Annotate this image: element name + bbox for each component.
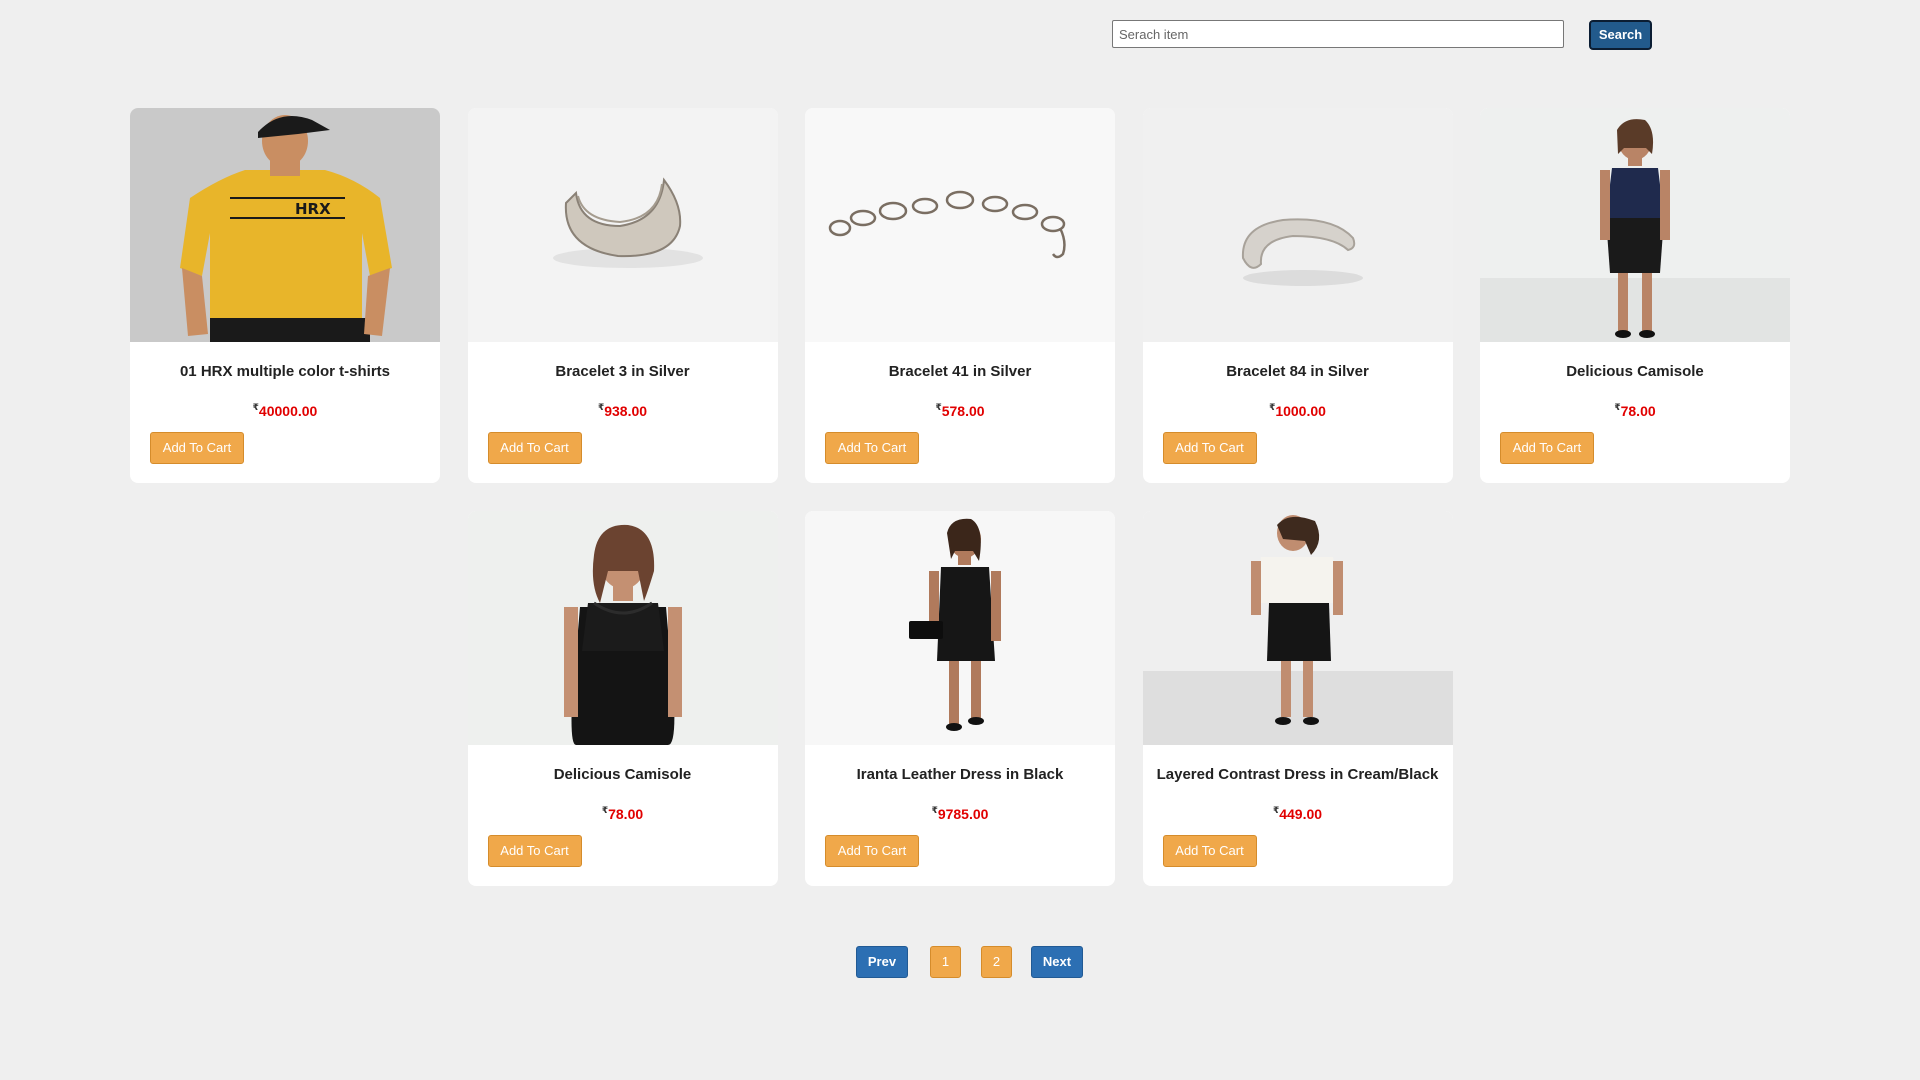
product-card: Bracelet 41 in Silver ₹578.00 Add To Car… [805, 108, 1115, 483]
price-value: 449.00 [1279, 806, 1323, 822]
page-1-button[interactable]: 1 [930, 946, 961, 978]
product-price: ₹449.00 [1143, 805, 1453, 822]
product-image[interactable] [805, 511, 1115, 745]
silver-chain-bracelet-photo [805, 108, 1115, 342]
product-title[interactable]: Bracelet 41 in Silver [805, 363, 1115, 380]
product-grid: HRX 01 HRX multiple color t-shirts ₹4000… [130, 108, 1790, 886]
product-image[interactable] [467, 108, 778, 342]
add-to-cart-button[interactable]: Add To Cart [150, 432, 244, 464]
silver-cuff-bracelet-photo [467, 108, 778, 342]
search-input[interactable] [1112, 20, 1564, 48]
price-value: 9785.00 [937, 806, 989, 822]
product-price: ₹1000.00 [1143, 402, 1453, 419]
product-image[interactable] [1480, 108, 1790, 342]
product-title[interactable]: Delicious Camisole [1480, 363, 1790, 380]
woman-black-leather-dress-photo [805, 511, 1115, 745]
page-2-button[interactable]: 2 [981, 946, 1012, 978]
product-price: ₹9785.00 [805, 805, 1115, 822]
product-price: ₹78.00 [1480, 402, 1790, 419]
product-image[interactable] [467, 511, 778, 745]
product-card: Iranta Leather Dress in Black ₹9785.00 A… [805, 511, 1115, 886]
product-price: ₹938.00 [468, 402, 778, 419]
product-image[interactable]: HRX [130, 108, 440, 342]
product-card: Layered Contrast Dress in Cream/Black ₹4… [1142, 511, 1453, 886]
silver-ring-bracelet-photo [1142, 108, 1453, 342]
add-to-cart-button[interactable]: Add To Cart [487, 432, 582, 464]
product-price: ₹40000.00 [130, 402, 440, 419]
product-title[interactable]: 01 HRX multiple color t-shirts [130, 363, 440, 380]
product-price: ₹578.00 [805, 402, 1115, 419]
next-page-button[interactable]: Next [1031, 946, 1083, 978]
woman-cream-black-dress-photo [1142, 511, 1453, 745]
product-card: Delicious Camisole ₹78.00 Add To Cart [1480, 108, 1790, 483]
add-to-cart-button[interactable]: Add To Cart [1162, 835, 1257, 867]
product-card: HRX 01 HRX multiple color t-shirts ₹4000… [130, 108, 440, 483]
woman-navy-camisole-photo [1480, 108, 1790, 342]
product-title[interactable]: Bracelet 3 in Silver [468, 363, 778, 380]
product-title[interactable]: Iranta Leather Dress in Black [805, 766, 1115, 783]
add-to-cart-button[interactable]: Add To Cart [1162, 432, 1257, 464]
add-to-cart-button[interactable]: Add To Cart [487, 835, 582, 867]
woman-black-camisole-dress-photo [467, 511, 778, 745]
product-title[interactable]: Layered Contrast Dress in Cream/Black [1143, 766, 1453, 783]
price-value: 78.00 [1620, 403, 1656, 419]
product-image[interactable] [805, 108, 1115, 342]
product-title[interactable]: Delicious Camisole [468, 766, 778, 783]
svg-text:HRX: HRX [295, 200, 331, 218]
man-yellow-tshirt-photo: HRX [130, 108, 440, 342]
price-value: 40000.00 [258, 403, 318, 419]
add-to-cart-button[interactable]: Add To Cart [825, 835, 919, 867]
product-image[interactable] [1142, 108, 1453, 342]
product-card: Bracelet 3 in Silver ₹938.00 Add To Cart [467, 108, 778, 483]
product-image[interactable] [1142, 511, 1453, 745]
price-value: 78.00 [608, 806, 644, 822]
add-to-cart-button[interactable]: Add To Cart [1500, 432, 1594, 464]
price-value: 578.00 [941, 403, 985, 419]
product-card: Delicious Camisole ₹78.00 Add To Cart [467, 511, 778, 886]
search-button[interactable]: Search [1589, 20, 1652, 50]
add-to-cart-button[interactable]: Add To Cart [825, 432, 919, 464]
product-price: ₹78.00 [468, 805, 778, 822]
product-title[interactable]: Bracelet 84 in Silver [1143, 363, 1453, 380]
price-value: 1000.00 [1275, 403, 1326, 419]
product-card: Bracelet 84 in Silver ₹1000.00 Add To Ca… [1142, 108, 1453, 483]
prev-page-button[interactable]: Prev [856, 946, 908, 978]
empty-grid-slot [130, 511, 440, 886]
price-value: 938.00 [604, 403, 648, 419]
